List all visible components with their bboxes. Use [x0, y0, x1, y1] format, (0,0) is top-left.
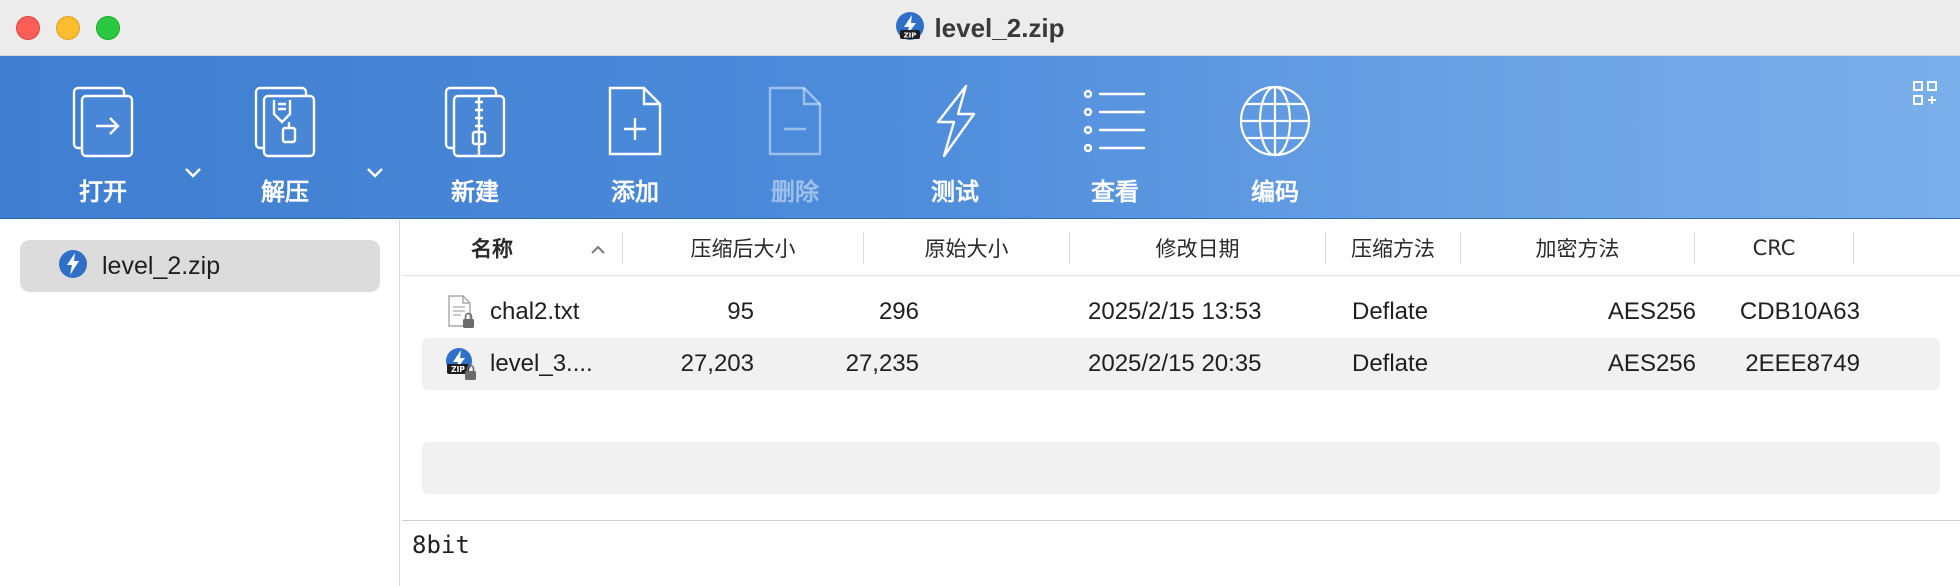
test-button[interactable]: 测试	[895, 84, 1015, 209]
extract-label: 解压	[261, 178, 309, 206]
compression-method: Deflate	[1352, 298, 1429, 325]
compressed-size: 95	[727, 298, 754, 325]
grid-layout-icon[interactable]	[1912, 80, 1938, 111]
open-label: 打开	[79, 178, 127, 206]
sidebar-item-level-2-zip[interactable]: level_2.zip	[20, 240, 380, 292]
zip-archive-icon: ZIP	[895, 11, 925, 46]
zip-archive-icon	[58, 249, 88, 284]
new-archive-icon	[442, 84, 508, 158]
window-title-group: ZIP level_2.zip	[0, 9, 1960, 47]
lightning-icon	[922, 84, 988, 158]
encoding-label: 编码	[1251, 178, 1299, 206]
view-button[interactable]: 查看	[1055, 84, 1175, 209]
new-archive-button[interactable]: 新建	[415, 84, 535, 209]
sort-ascending-icon	[590, 242, 606, 260]
compression-method: Deflate	[1352, 350, 1429, 377]
table-row[interactable]: chal2.txt 95 296 2025/2/15 13:53 Deflate…	[422, 286, 1940, 338]
column-header-crc[interactable]: CRC	[1695, 220, 1853, 276]
sidebar-item-label: level_2.zip	[102, 251, 221, 280]
original-size: 27,235	[845, 350, 919, 377]
column-header-encryption-method[interactable]: 加密方法	[1461, 220, 1694, 276]
title-bar: ZIP level_2.zip	[0, 0, 1960, 56]
view-label: 查看	[1091, 178, 1139, 206]
encryption-method: AES256	[1607, 298, 1696, 325]
toolbar: 打开 解压 新建 添加 删除 测试 查看 编码	[0, 56, 1960, 219]
open-icon	[70, 84, 136, 158]
encryption-method: AES256	[1607, 350, 1696, 377]
compressed-size: 27,203	[680, 350, 754, 377]
encoding-button[interactable]: 编码	[1215, 84, 1335, 209]
new-archive-label: 新建	[451, 178, 499, 206]
extract-dropdown-chevron-icon[interactable]	[366, 166, 384, 184]
column-header-original-size[interactable]: 原始大小	[864, 220, 1069, 276]
column-header-modified-date[interactable]: 修改日期	[1070, 220, 1325, 276]
column-header-compressed-size[interactable]: 压缩后大小	[623, 220, 863, 276]
column-divider[interactable]	[1853, 232, 1854, 264]
crc-value: 2EEE8749	[1745, 350, 1860, 377]
archive-comment-text: 8bit	[412, 531, 470, 559]
column-header-label: 加密方法	[1535, 237, 1620, 261]
original-size: 296	[878, 298, 919, 325]
delete-button[interactable]: 删除	[735, 84, 855, 209]
empty-table-row	[422, 442, 1940, 494]
column-header-label: 压缩后大小	[690, 237, 796, 261]
delete-label: 删除	[771, 178, 819, 206]
column-header-label: 压缩方法	[1351, 237, 1435, 261]
column-header-label: 原始大小	[924, 237, 1009, 261]
column-header-label: 名称	[471, 237, 513, 261]
sidebar: level_2.zip	[0, 220, 400, 586]
list-view-icon	[1082, 84, 1148, 158]
test-label: 测试	[931, 178, 979, 206]
archive-comment-pane[interactable]: 8bit	[402, 520, 1960, 586]
file-name: chal2.txt	[490, 298, 580, 325]
add-file-icon	[602, 84, 668, 158]
column-header-compression-method[interactable]: 压缩方法	[1326, 220, 1460, 276]
column-header-label: 修改日期	[1155, 237, 1240, 261]
add-label: 添加	[611, 178, 659, 206]
table-header: 名称 压缩后大小 原始大小 修改日期 压缩方法 加密方法 CRC	[402, 220, 1960, 276]
extract-button[interactable]: 解压	[225, 84, 345, 209]
column-header-label: CRC	[1752, 236, 1796, 260]
modified-date: 2025/2/15 20:35	[1088, 350, 1262, 377]
file-name: level_3....	[490, 350, 593, 377]
svg-text:ZIP: ZIP	[904, 31, 917, 39]
window-title: level_2.zip	[934, 12, 1065, 43]
modified-date: 2025/2/15 13:53	[1088, 298, 1262, 325]
svg-text:ZIP: ZIP	[451, 365, 465, 374]
extract-icon	[252, 84, 318, 158]
open-button[interactable]: 打开	[43, 84, 163, 209]
add-button[interactable]: 添加	[575, 84, 695, 209]
open-dropdown-chevron-icon[interactable]	[184, 166, 202, 184]
crc-value: CDB10A63	[1739, 298, 1860, 325]
table-row[interactable]: ZIP level_3.... 27,203 27,235 2025/2/15 …	[422, 338, 1940, 390]
locked-text-file-icon	[446, 286, 476, 338]
globe-icon	[1238, 84, 1312, 158]
locked-zip-file-icon: ZIP	[444, 338, 478, 390]
column-header-name[interactable]: 名称	[422, 220, 562, 276]
delete-file-icon	[762, 84, 828, 158]
